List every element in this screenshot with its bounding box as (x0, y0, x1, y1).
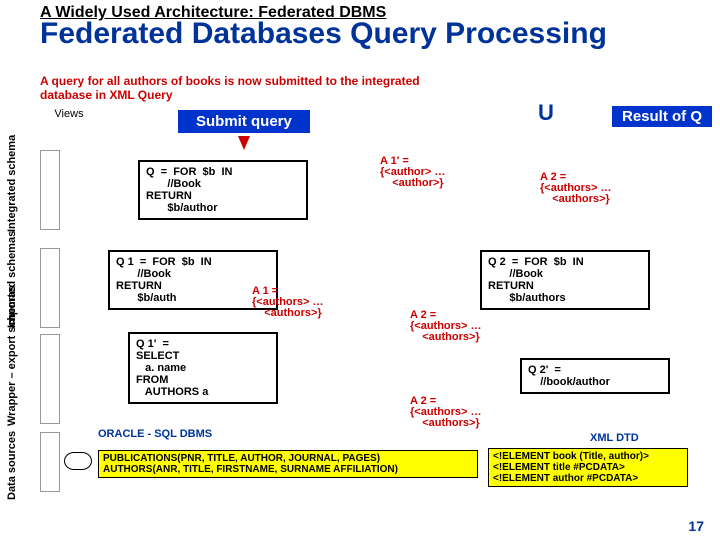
note-a1: A 1 = {<authors> … <authors>} (252, 286, 324, 319)
query-q1p: Q 1' = SELECT a. name FROM AUTHORS a (128, 332, 278, 404)
sources-label: Data sources (6, 431, 18, 500)
axis-tick (40, 150, 60, 230)
note-a2-mid: A 2 = {<authors> … <authors>} (410, 310, 482, 343)
query-q2p: Q 2' = //book/author (520, 358, 670, 394)
axis-tick (40, 432, 60, 492)
intro-line1: A query for all authors of books is now … (40, 74, 420, 88)
arrow-icon (238, 136, 250, 150)
views-label: Views (54, 108, 84, 120)
note-a2-top: A 2 = {<authors> … <authors>} (540, 172, 612, 205)
integrated-label: Integrated schema (6, 135, 18, 232)
submit-query-button[interactable]: Submit query (178, 110, 310, 133)
page-number: 17 (688, 518, 704, 534)
wrapper-label: Wrapper – export schemas (6, 286, 18, 426)
oracle-label: ORACLE - SQL DBMS (98, 428, 212, 440)
query-q2: Q 2 = FOR $b IN //Book RETURN $b/authors (480, 250, 650, 310)
main-title: Federated Databases Query Processing (40, 20, 720, 49)
database-icon (64, 452, 92, 470)
axis-tick (40, 248, 60, 328)
query-q: Q = FOR $b IN //Book RETURN $b/author (138, 160, 308, 220)
intro-line2: database in XML Query (40, 88, 173, 102)
dtd-schema: <!ELEMENT book (Title, author)> <!ELEMEN… (488, 448, 688, 487)
note-a2-low: A 2 = {<authors> … <authors>} (410, 396, 482, 429)
union-op: U (538, 100, 554, 126)
axis-tick (40, 334, 60, 424)
slide: A Widely Used Architecture: Federated DB… (0, 0, 720, 540)
publications-schema: PUBLICATIONS(PNR, TITLE, AUTHOR, JOURNAL… (98, 450, 478, 478)
note-a1p: A 1' = {<author> … <author>} (380, 156, 445, 189)
dtd-label: XML DTD (590, 432, 639, 444)
result-label: Result of Q (612, 106, 712, 127)
